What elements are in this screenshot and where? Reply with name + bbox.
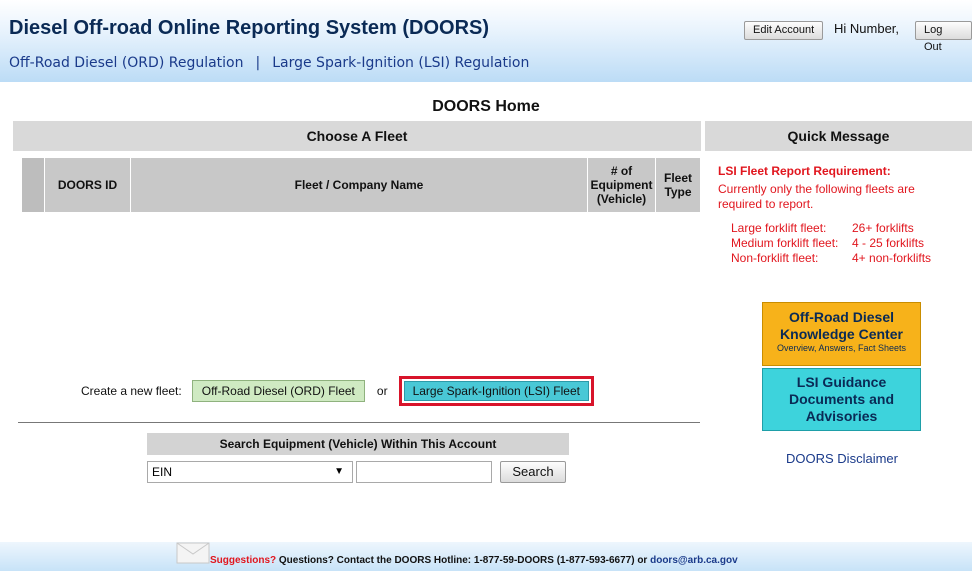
fleet-type-label: Large forklift fleet: xyxy=(731,221,827,235)
footer: Suggestions? Questions? Contact the DOOR… xyxy=(0,542,972,571)
lsi-highlight-box: Large Spark-Ignition (LSI) Fleet xyxy=(398,376,594,406)
create-fleet-row: Create a new fleet: Off-Road Diesel (ORD… xyxy=(81,376,594,406)
divider xyxy=(18,422,700,423)
footer-contact-text: Suggestions? Questions? Contact the DOOR… xyxy=(210,555,738,566)
quick-message-title: LSI Fleet Report Requirement: xyxy=(718,164,891,178)
equipment-count-column-header[interactable]: # of Equipment (Vehicle) xyxy=(588,158,656,212)
ord-regulation-link[interactable]: Off-Road Diesel (ORD) Regulation xyxy=(9,55,244,71)
app-title: Diesel Off-road Online Reporting System … xyxy=(9,17,490,39)
search-field-select[interactable]: EIN ▼ xyxy=(147,461,353,483)
search-button[interactable]: Search xyxy=(500,461,566,483)
fleet-type-label: Medium forklift fleet: xyxy=(731,236,839,250)
fleet-type-label: Non-forklift fleet: xyxy=(731,251,819,265)
user-greeting: Hi Number, xyxy=(834,21,900,36)
quick-message-panel: LSI Fleet Report Requirement: Currently … xyxy=(718,164,968,265)
list-item: Non-forklift fleet: 4+ non-forklifts xyxy=(731,251,931,266)
suggestions-link[interactable]: Suggestions? xyxy=(210,555,276,566)
fleet-name-column-header[interactable]: Fleet / Company Name xyxy=(131,158,588,212)
nav-separator: | xyxy=(255,55,261,71)
create-ord-fleet-button[interactable]: Off-Road Diesel (ORD) Fleet xyxy=(191,380,365,402)
equipment-search-panel: Search Equipment (Vehicle) Within This A… xyxy=(147,433,569,490)
fleet-table-header: DOORS ID Fleet / Company Name # of Equip… xyxy=(22,158,700,212)
quick-message-body: Currently only the following fleets are … xyxy=(718,182,915,211)
quick-message-heading: Quick Message xyxy=(705,121,972,151)
lsi-guidance-line-2: Documents and xyxy=(788,391,894,407)
fleet-threshold: 4+ non-forklifts xyxy=(852,251,932,265)
search-input[interactable] xyxy=(356,461,492,483)
envelope-icon xyxy=(176,542,210,564)
search-heading: Search Equipment (Vehicle) Within This A… xyxy=(147,433,569,455)
fleet-type-column-header[interactable]: Fleet Type xyxy=(656,158,700,212)
knowledge-center-title-1: Off-Road Diesel xyxy=(788,309,894,325)
knowledge-center-title-2: Knowledge Center xyxy=(780,326,903,342)
create-lsi-fleet-button[interactable]: Large Spark-Ignition (LSI) Fleet xyxy=(403,381,589,401)
edit-account-button[interactable]: Edit Account xyxy=(744,21,824,40)
lsi-guidance-line-3: Advisories xyxy=(805,408,878,424)
knowledge-center-subtitle: Overview, Answers, Fact Sheets xyxy=(776,343,907,353)
fleet-threshold: 26+ forklifts xyxy=(852,221,914,235)
chevron-down-icon: ▼ xyxy=(334,466,344,477)
search-field-selected-value: EIN xyxy=(152,465,173,479)
log-out-button[interactable]: Log Out xyxy=(915,21,972,53)
knowledge-center-button[interactable]: Off-Road Diesel Knowledge Center Overvie… xyxy=(762,302,921,366)
or-text: or xyxy=(376,384,388,398)
lsi-regulation-link[interactable]: Large Spark-Ignition (LSI) Regulation xyxy=(272,55,529,71)
doors-id-column-header[interactable]: DOORS ID xyxy=(45,158,131,212)
choose-fleet-heading: Choose A Fleet xyxy=(13,121,701,151)
fleet-threshold: 4 - 25 forklifts xyxy=(852,236,925,250)
fleet-threshold-list: Large forklift fleet: 26+ forklifts Medi… xyxy=(731,221,931,266)
list-item: Large forklift fleet: 26+ forklifts xyxy=(731,221,931,236)
create-fleet-label: Create a new fleet: xyxy=(81,384,182,398)
select-column-header xyxy=(22,158,45,212)
contact-email-link[interactable]: doors@arb.ca.gov xyxy=(650,555,738,566)
regulation-nav: Off-Road Diesel (ORD) Regulation | Large S… xyxy=(9,55,529,71)
doors-disclaimer-link[interactable]: DOORS Disclaimer xyxy=(734,451,950,466)
lsi-guidance-line-1: LSI Guidance xyxy=(796,374,887,390)
header-banner: Diesel Off-road Online Reporting System … xyxy=(0,0,972,82)
page-title: DOORS Home xyxy=(432,98,540,115)
lsi-guidance-button[interactable]: LSI Guidance Documents and Advisories xyxy=(762,368,921,431)
list-item: Medium forklift fleet: 4 - 25 forklifts xyxy=(731,236,931,251)
hotline-text: Questions? Contact the DOORS Hotline: 1-… xyxy=(276,555,651,566)
